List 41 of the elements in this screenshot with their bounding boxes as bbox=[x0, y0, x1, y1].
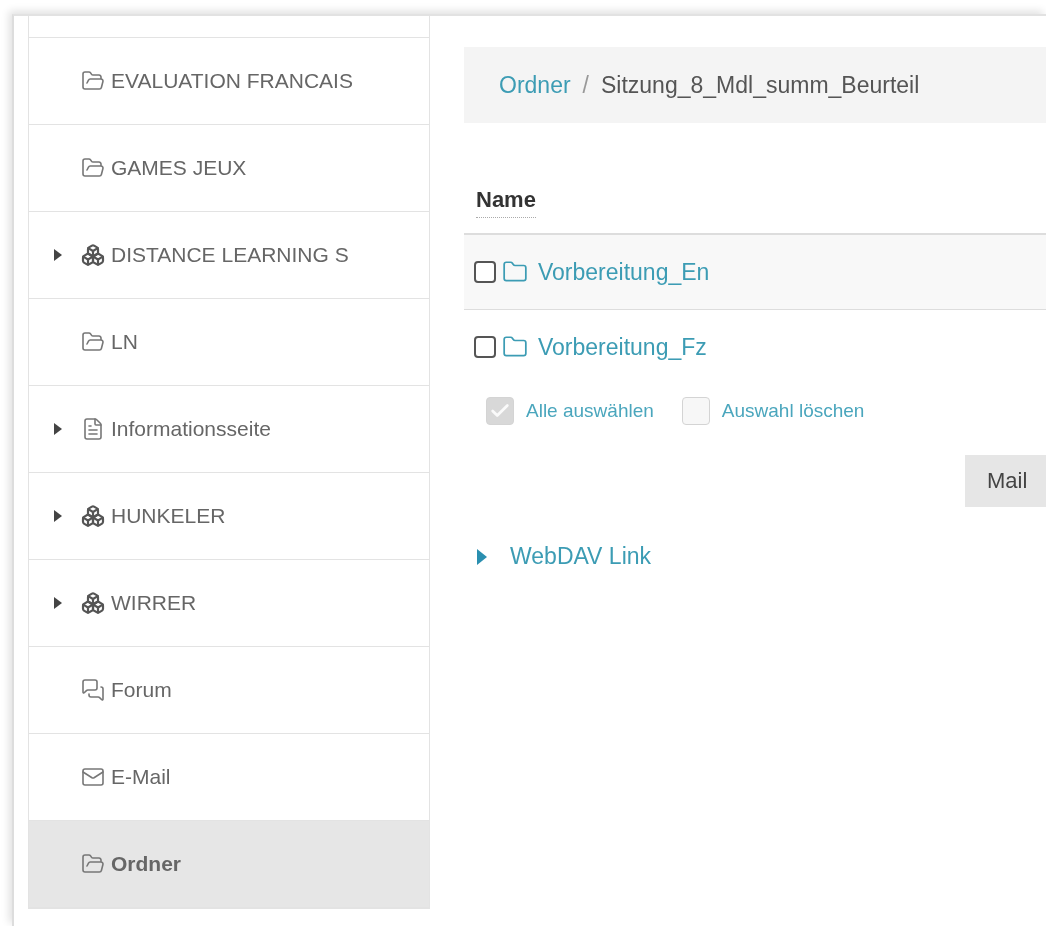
folder-icon bbox=[81, 852, 105, 876]
checkbox-label[interactable]: Auswahl löschen bbox=[721, 400, 865, 422]
folder-link[interactable]: Vorbereitung_En bbox=[538, 258, 710, 286]
sidebar-label: LN bbox=[111, 330, 138, 354]
folder-icon bbox=[81, 330, 105, 354]
caret-icon[interactable] bbox=[53, 248, 63, 262]
sidebar-item[interactable]: Ordner bbox=[29, 821, 429, 908]
column-header[interactable]: Name bbox=[476, 187, 536, 218]
sidebar-label: Forum bbox=[111, 678, 172, 702]
cubes-icon bbox=[81, 243, 105, 267]
cubes-icon bbox=[81, 591, 105, 615]
sidebar-label: E-Mail bbox=[111, 765, 171, 789]
folder-icon bbox=[502, 334, 528, 360]
sidebar-label: HUNKELER bbox=[111, 504, 226, 528]
folder-icon bbox=[81, 69, 105, 93]
document-icon bbox=[81, 417, 105, 441]
checkbox[interactable] bbox=[681, 397, 710, 425]
sidebar-label: GAMES JEUX bbox=[111, 156, 247, 180]
checkbox-label[interactable]: Alle auswählen bbox=[526, 400, 654, 422]
sidebar-label: EVALUATION FRANCAIS bbox=[111, 69, 353, 93]
folder-icon bbox=[502, 259, 528, 285]
sidebar-label: Ordner bbox=[111, 852, 181, 876]
row-checkbox[interactable] bbox=[474, 261, 496, 283]
breadcrumb-separator: / bbox=[582, 71, 589, 99]
sidebar-label: Informationsseite bbox=[111, 417, 271, 441]
breadcrumb-link[interactable]: Ordner bbox=[499, 71, 571, 99]
mail-icon bbox=[81, 765, 105, 789]
caret-icon[interactable] bbox=[53, 422, 63, 436]
caret-icon[interactable] bbox=[53, 509, 63, 523]
folder-link[interactable]: Vorbereitung_Fz bbox=[538, 333, 707, 361]
mail-button[interactable]: Mail bbox=[965, 455, 1046, 507]
sidebar-label: WIRRER bbox=[111, 591, 197, 615]
webdav-link[interactable]: WebDAV Link bbox=[476, 543, 1046, 570]
breadcrumb-current: Sitzung_8_Mdl_summ_Beurteil bbox=[601, 71, 920, 99]
chat-icon bbox=[81, 678, 105, 702]
cubes-icon bbox=[81, 504, 105, 528]
checkbox[interactable] bbox=[486, 397, 514, 425]
caret-icon[interactable] bbox=[53, 596, 63, 610]
sidebar-label: DISTANCE LEARNING S bbox=[111, 243, 349, 267]
row-checkbox[interactable] bbox=[474, 336, 496, 358]
folder-icon bbox=[81, 156, 105, 180]
